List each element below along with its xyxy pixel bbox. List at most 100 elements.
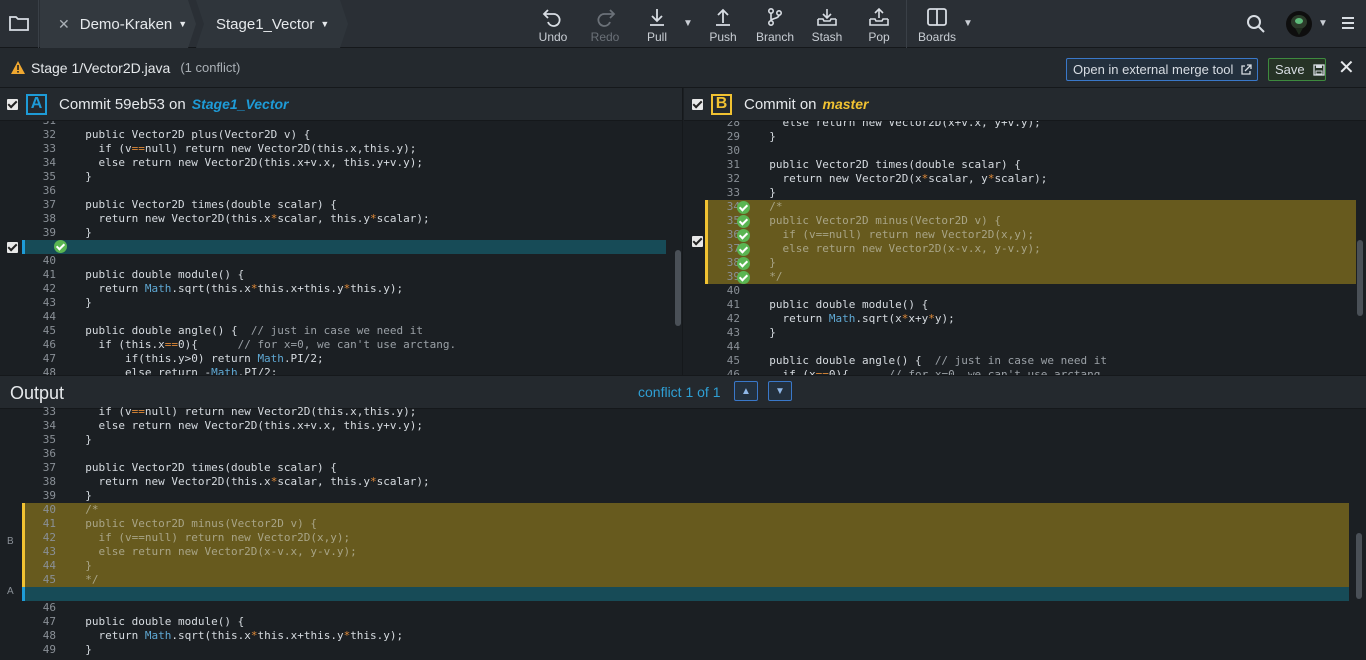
- boards-icon: [927, 8, 947, 26]
- code-line: 34 else return new Vector2D(this.x+v.x, …: [0, 156, 682, 170]
- undo-label: Undo: [538, 30, 568, 44]
- line-text: }: [756, 256, 776, 269]
- accept-line-check-icon[interactable]: [737, 271, 750, 284]
- avatar-dropdown-icon[interactable]: ▼: [1318, 18, 1328, 29]
- output-scrollbar[interactable]: [1356, 533, 1362, 599]
- redo-button[interactable]: Redo: [585, 4, 625, 44]
- accept-line-check-icon[interactable]: [737, 243, 750, 256]
- line-number: 41: [42, 517, 56, 530]
- line-number: 39: [42, 226, 56, 239]
- code-line: 34 else return new Vector2D(this.x+v.x, …: [0, 419, 1366, 433]
- conflict-b-accent: [22, 503, 25, 587]
- line-number: 40: [726, 284, 740, 297]
- code-line: 47 if(this.y>0) return Math.PI/2;: [0, 352, 682, 366]
- line-text: */: [72, 573, 99, 586]
- search-icon[interactable]: [1246, 14, 1266, 39]
- pane-b-scrollbar[interactable]: [1357, 240, 1363, 316]
- pane-b-title: Commit on: [744, 95, 817, 113]
- line-text: }: [756, 186, 776, 199]
- line-number: 33: [42, 405, 56, 418]
- accept-line-check-icon[interactable]: [737, 215, 750, 228]
- stash-button[interactable]: Stash: [807, 4, 847, 44]
- line-text: return new Vector2D(this.x*scalar, this.…: [72, 212, 430, 225]
- conflict-count: (1 conflict): [180, 60, 241, 75]
- pop-icon: [869, 7, 889, 26]
- pull-button[interactable]: Pull: [637, 4, 677, 44]
- code-line: 44 }: [22, 559, 1349, 573]
- pop-button[interactable]: Pop: [859, 4, 899, 44]
- stash-label: Stash: [811, 30, 843, 44]
- boards-button[interactable]: Boards: [915, 4, 959, 44]
- conflict-accent: [705, 200, 708, 284]
- accept-line-check-icon[interactable]: [737, 201, 750, 214]
- hunk-select-checkbox[interactable]: [692, 236, 703, 247]
- accept-line-check-icon[interactable]: [737, 257, 750, 270]
- line-number: 47: [42, 615, 56, 628]
- code-line: 46: [0, 601, 1366, 615]
- code-line: 33 }: [684, 186, 1366, 200]
- code-line: 42 if (v==null) return new Vector2D(x,y)…: [22, 531, 1349, 545]
- line-number: 45: [42, 573, 56, 586]
- stash-icon: [817, 9, 837, 26]
- boards-dropdown-icon[interactable]: ▼: [963, 18, 973, 29]
- line-text: public Vector2D minus(Vector2D v) {: [756, 214, 1002, 227]
- line-select-checkbox[interactable]: [7, 242, 18, 253]
- pane-b-code[interactable]: 28 else return new Vector2D(x+v.x, y+v.y…: [684, 121, 1366, 375]
- output-code[interactable]: 33 if (v==null) return new Vector2D(this…: [0, 405, 1366, 660]
- undo-button[interactable]: Undo: [533, 4, 573, 44]
- pane-a-title: Commit 59eb53 on: [59, 95, 186, 113]
- line-number: 42: [42, 531, 56, 544]
- output-title: Output: [10, 383, 65, 403]
- conflict-navigator-label: conflict 1 of 1: [638, 384, 721, 400]
- code-line: 39 */: [706, 270, 1356, 284]
- code-line: 36: [0, 184, 682, 198]
- open-external-merge-tool-button[interactable]: Open in external merge tool: [1066, 58, 1258, 81]
- previous-conflict-button[interactable]: ▲: [734, 381, 758, 401]
- code-line: 30: [684, 144, 1366, 158]
- save-label: Save: [1275, 62, 1305, 77]
- line-text: public Vector2D times(double scalar) {: [72, 461, 337, 474]
- close-icon[interactable]: ✕: [1338, 58, 1355, 78]
- line-text: }: [756, 130, 776, 143]
- branch-button[interactable]: Branch: [753, 4, 797, 44]
- line-text: else return new Vector2D(x+v.x, y+v.y);: [756, 121, 1041, 129]
- code-line: 43 }: [0, 296, 682, 310]
- code-line: 48 return Math.sqrt(this.x*this.x+this.y…: [0, 629, 1366, 643]
- line-number: 29: [726, 130, 740, 143]
- line-number: 30: [726, 144, 740, 157]
- line-text: }: [72, 296, 92, 309]
- line-number: 45: [726, 354, 740, 367]
- pane-a-scrollbar[interactable]: [675, 250, 681, 326]
- code-line: 40: [0, 254, 682, 268]
- save-button[interactable]: Save: [1268, 58, 1326, 81]
- line-text: }: [72, 226, 92, 239]
- pull-dropdown-icon[interactable]: ▼: [683, 18, 693, 29]
- pop-label: Pop: [868, 30, 890, 44]
- line-text: public Vector2D plus(Vector2D v) {: [72, 128, 311, 141]
- line-number: 28: [726, 121, 740, 129]
- push-button[interactable]: Push: [703, 4, 743, 44]
- accept-line-check-icon[interactable]: [737, 229, 750, 242]
- code-line: 41 public double module() {: [684, 298, 1366, 312]
- code-line: 38 }: [706, 256, 1356, 270]
- repo-tab[interactable]: ✕ Demo-Kraken ▼: [40, 0, 196, 48]
- next-conflict-button[interactable]: ▼: [768, 381, 792, 401]
- code-line: 45 */: [22, 573, 1349, 587]
- avatar[interactable]: [1286, 11, 1312, 37]
- folder-icon[interactable]: [9, 14, 29, 37]
- close-repo-icon[interactable]: ✕: [58, 16, 70, 33]
- output-label-b: B: [7, 536, 14, 547]
- line-number: 31: [24, 121, 56, 128]
- menu-icon[interactable]: [1342, 17, 1354, 29]
- push-icon: [716, 8, 730, 26]
- pane-b-checkbox[interactable]: [692, 98, 703, 110]
- line-text: else return new Vector2D(this.x+v.x, thi…: [72, 156, 423, 169]
- line-number: 35: [726, 214, 740, 227]
- redo-label: Redo: [590, 30, 620, 44]
- pane-a-code[interactable]: 3132 public Vector2D plus(Vector2D v) {3…: [0, 121, 683, 375]
- pane-a-checkbox[interactable]: [7, 98, 18, 110]
- line-number: 48: [42, 366, 56, 375]
- line-number: 46: [42, 338, 56, 351]
- branch-tab[interactable]: Stage1_Vector ▼: [196, 0, 348, 48]
- line-number: 41: [726, 298, 740, 311]
